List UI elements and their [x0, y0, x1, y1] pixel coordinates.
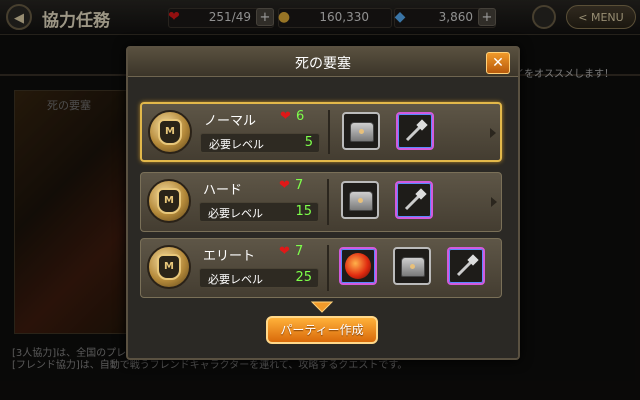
required-level-box: 必要レベル 15 [199, 202, 319, 222]
difficulty-info: M ハード ❤ 7 必要レベル 15 [141, 173, 327, 231]
heart-icon: ❤ [279, 178, 290, 193]
row-divider [327, 179, 329, 225]
mace-icon [404, 188, 427, 211]
required-level-box: 必要レベル 5 [200, 133, 320, 153]
row-arrow-icon [491, 197, 497, 207]
reward-fire-orb[interactable] [339, 247, 377, 285]
chest-icon [401, 257, 425, 277]
close-button[interactable]: ✕ [486, 52, 510, 74]
rank-emblem-icon: M [147, 179, 191, 223]
chest-icon [349, 191, 373, 211]
required-level-label: 必要レベル [208, 273, 263, 286]
difficulty-info: M エリート ❤ 7 必要レベル 25 [141, 239, 327, 297]
stamina-cost: 7 [295, 244, 304, 259]
required-level-box: 必要レベル 25 [199, 268, 319, 288]
required-level-value: 25 [295, 270, 312, 285]
reward-chest[interactable] [342, 112, 380, 150]
create-party-button[interactable]: パーティー作成 [266, 316, 378, 344]
row-arrow-icon [490, 128, 496, 138]
row-divider [328, 110, 330, 154]
reward-chest[interactable] [393, 247, 431, 285]
required-level-value: 15 [295, 204, 312, 219]
rank-emblem-icon: M [147, 245, 191, 289]
difficulty-modal: 死の要塞 ✕ M ノーマル ❤ 6 必要レベル 5 M ハード ❤ 7 必要レベ… [126, 46, 520, 360]
difficulty-row-normal[interactable]: M ノーマル ❤ 6 必要レベル 5 [140, 102, 502, 162]
reward-weapon[interactable] [447, 247, 485, 285]
difficulty-row-elite[interactable]: M エリート ❤ 7 必要レベル 25 [140, 238, 502, 298]
chevron-down-icon [310, 301, 334, 313]
reward-weapon[interactable] [395, 181, 433, 219]
row-divider [327, 245, 329, 291]
modal-title: 死の要塞 [295, 56, 351, 72]
mace-icon [456, 254, 479, 277]
required-level-label: 必要レベル [209, 138, 264, 151]
difficulty-info: M ノーマル ❤ 6 必要レベル 5 [142, 104, 328, 160]
required-level-value: 5 [304, 135, 313, 150]
difficulty-name: ノーマル [204, 114, 257, 129]
chest-icon [350, 122, 374, 142]
rank-emblem-icon: M [148, 110, 192, 154]
reward-weapon[interactable] [396, 112, 434, 150]
difficulty-row-hard[interactable]: M ハード ❤ 7 必要レベル 15 [140, 172, 502, 232]
difficulty-name: エリート [203, 249, 256, 264]
heart-icon: ❤ [279, 244, 290, 259]
stamina-cost: 6 [296, 109, 305, 124]
difficulty-name: ハード [203, 183, 243, 198]
fire-orb-icon [345, 253, 371, 279]
close-icon: ✕ [492, 55, 504, 71]
mace-icon [405, 119, 428, 142]
modal-header: 死の要塞 ✕ [128, 48, 518, 77]
stamina-cost: 7 [295, 178, 304, 193]
heart-icon: ❤ [280, 109, 291, 124]
required-level-label: 必要レベル [208, 207, 263, 220]
reward-chest[interactable] [341, 181, 379, 219]
